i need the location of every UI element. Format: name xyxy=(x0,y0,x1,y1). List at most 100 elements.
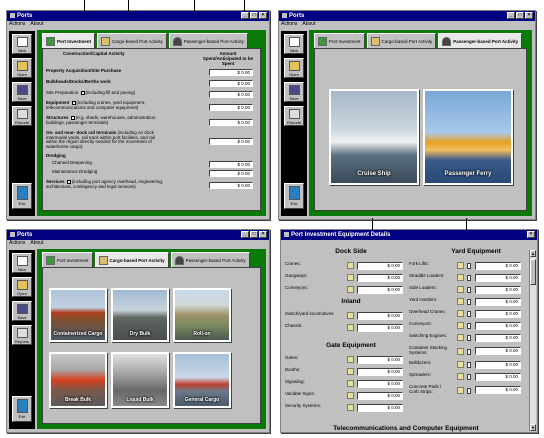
passenger-ferry-photo[interactable]: Passenger Ferry xyxy=(423,89,513,185)
equipment-checkbox[interactable] xyxy=(467,335,471,341)
equipment-icon[interactable] xyxy=(457,348,464,355)
amount-input[interactable]: $ 0.00 xyxy=(209,182,253,189)
tab-cargo-activity[interactable]: Cargo-based Port Activity xyxy=(94,252,169,267)
roll-on-photo[interactable]: Roll-on xyxy=(173,288,231,342)
amount-input[interactable]: $ 0.00 xyxy=(209,80,253,87)
tab-passenger-activity[interactable]: Passenger-based Port Activity xyxy=(170,252,250,267)
scroll-down-arrow-icon[interactable]: ▼ xyxy=(530,424,536,431)
amount-input[interactable]: $ 0.00 xyxy=(357,274,403,282)
equipment-checkbox[interactable] xyxy=(467,349,471,355)
reports-button[interactable]: Reports xyxy=(12,325,32,345)
equipment-icon[interactable] xyxy=(457,322,464,329)
exit-button[interactable]: Exit xyxy=(284,183,304,209)
tab-port-investment[interactable]: Port Investment xyxy=(42,33,96,48)
equipment-checkbox[interactable] xyxy=(467,287,471,293)
amount-input[interactable]: $ 0.00 xyxy=(357,356,403,364)
equipment-checkbox[interactable] xyxy=(467,374,471,380)
open-button[interactable]: Open xyxy=(12,277,32,297)
open-button[interactable]: Open xyxy=(284,58,304,78)
amount-input[interactable]: $ 0.00 xyxy=(475,262,521,270)
equipment-icon[interactable] xyxy=(457,361,464,368)
maximize-button[interactable]: □ xyxy=(516,12,524,19)
amount-input[interactable]: $ 0.00 xyxy=(475,322,521,330)
equipment-checkbox[interactable] xyxy=(467,275,471,281)
tab-passenger-activity[interactable]: Passenger-based Port Activity xyxy=(438,33,523,48)
amount-input[interactable]: $ 0.00 xyxy=(357,392,403,400)
amount-input[interactable]: $ 0.00 xyxy=(475,361,521,369)
open-button[interactable]: Open xyxy=(12,58,32,78)
equipment-icon[interactable] xyxy=(457,286,464,293)
amount-input[interactable]: $ 0.00 xyxy=(357,262,403,270)
maximize-button[interactable]: □ xyxy=(250,12,258,19)
equipment-icon[interactable] xyxy=(457,373,464,380)
save-button[interactable]: Save xyxy=(284,82,304,102)
tab-passenger-activity[interactable]: Passenger-based Port Activity xyxy=(168,33,248,48)
amount-input[interactable]: $ 0.00 xyxy=(475,386,521,394)
amount-input[interactable]: $ 0.00 xyxy=(357,380,403,388)
amount-input[interactable]: $ 0.00 xyxy=(475,274,521,282)
equipment-icon[interactable] xyxy=(457,274,464,281)
amount-input[interactable]: $ 0.00 xyxy=(475,373,521,381)
tab-cargo-activity[interactable]: Cargo-based Port Activity xyxy=(366,33,437,48)
amount-input[interactable]: $ 0.00 xyxy=(209,138,253,145)
equipment-icon[interactable] xyxy=(347,286,354,293)
vertical-scrollbar[interactable]: ▲ ▼ xyxy=(529,250,536,431)
equipment-icon[interactable] xyxy=(457,334,464,341)
equipment-icon[interactable] xyxy=(347,380,354,387)
containerized-cargo-photo[interactable]: Containerized Cargo xyxy=(49,288,107,342)
new-button[interactable]: New xyxy=(12,253,32,273)
equipment-checkbox[interactable] xyxy=(467,323,471,329)
equipment-icon[interactable] xyxy=(457,387,464,394)
equipment-icon[interactable] xyxy=(457,310,464,317)
scroll-thumb[interactable] xyxy=(530,259,536,285)
close-button[interactable]: × xyxy=(259,12,267,19)
equipment-checkbox[interactable] xyxy=(467,299,471,305)
amount-input[interactable]: $ 0.00 xyxy=(209,119,253,126)
tab-port-investment[interactable]: Port Investment xyxy=(314,33,365,48)
amount-input[interactable]: $ 0.00 xyxy=(475,310,521,318)
amount-input[interactable]: $ 0.00 xyxy=(209,69,253,76)
dry-bulk-photo[interactable]: Dry Bulk xyxy=(111,288,169,342)
amount-input[interactable]: $ 0.00 xyxy=(209,91,253,98)
menu-about[interactable]: About xyxy=(302,21,315,28)
amount-input[interactable]: $ 0.00 xyxy=(209,104,253,111)
tab-cargo-activity[interactable]: Cargo-based Port Activity xyxy=(97,33,167,48)
menu-actions[interactable]: Actions xyxy=(281,21,297,28)
reports-button[interactable]: Reports xyxy=(12,106,32,126)
exit-button[interactable]: Exit xyxy=(12,183,32,209)
menu-actions[interactable]: Actions xyxy=(9,240,25,247)
equipment-icon[interactable] xyxy=(347,392,354,399)
liquid-bulk-photo[interactable]: Liquid Bulk xyxy=(111,352,169,408)
menu-about[interactable]: About xyxy=(30,240,43,247)
equipment-icon[interactable] xyxy=(457,262,464,269)
new-button[interactable]: New xyxy=(284,34,304,54)
equipment-icon[interactable] xyxy=(347,274,354,281)
equipment-icon[interactable] xyxy=(347,262,354,269)
amount-input[interactable]: $ 0.00 xyxy=(357,404,403,412)
amount-input[interactable]: $ 0.00 xyxy=(209,161,253,168)
amount-input[interactable]: $ 0.00 xyxy=(475,347,521,355)
equipment-checkbox[interactable] xyxy=(467,263,471,269)
equipment-icon[interactable] xyxy=(347,404,354,411)
equipment-checkbox[interactable] xyxy=(467,388,471,394)
details-checkbox[interactable] xyxy=(80,91,85,95)
reports-button[interactable]: Reports xyxy=(284,106,304,126)
menu-about[interactable]: About xyxy=(30,21,43,28)
menu-actions[interactable]: Actions xyxy=(9,21,25,28)
equipment-icon[interactable] xyxy=(347,356,354,363)
equipment-checkbox[interactable] xyxy=(467,362,471,368)
general-cargo-photo[interactable]: General Cargo xyxy=(173,352,231,408)
amount-input[interactable]: $ 0.00 xyxy=(357,286,403,294)
maximize-button[interactable]: □ xyxy=(250,231,258,238)
close-button[interactable]: × xyxy=(527,231,535,238)
save-button[interactable]: Save xyxy=(12,82,32,102)
amount-input[interactable]: $ 0.00 xyxy=(475,334,521,342)
break-bulk-photo[interactable]: Break Bulk xyxy=(49,352,107,408)
amount-input[interactable]: $ 0.00 xyxy=(357,368,403,376)
amount-input[interactable]: $ 0.00 xyxy=(357,312,403,320)
equipment-icon[interactable] xyxy=(347,312,354,319)
new-button[interactable]: New xyxy=(12,34,32,54)
minimize-button[interactable]: _ xyxy=(241,12,249,19)
amount-input[interactable]: $ 0.00 xyxy=(357,324,403,332)
scroll-up-arrow-icon[interactable]: ▲ xyxy=(530,250,536,257)
